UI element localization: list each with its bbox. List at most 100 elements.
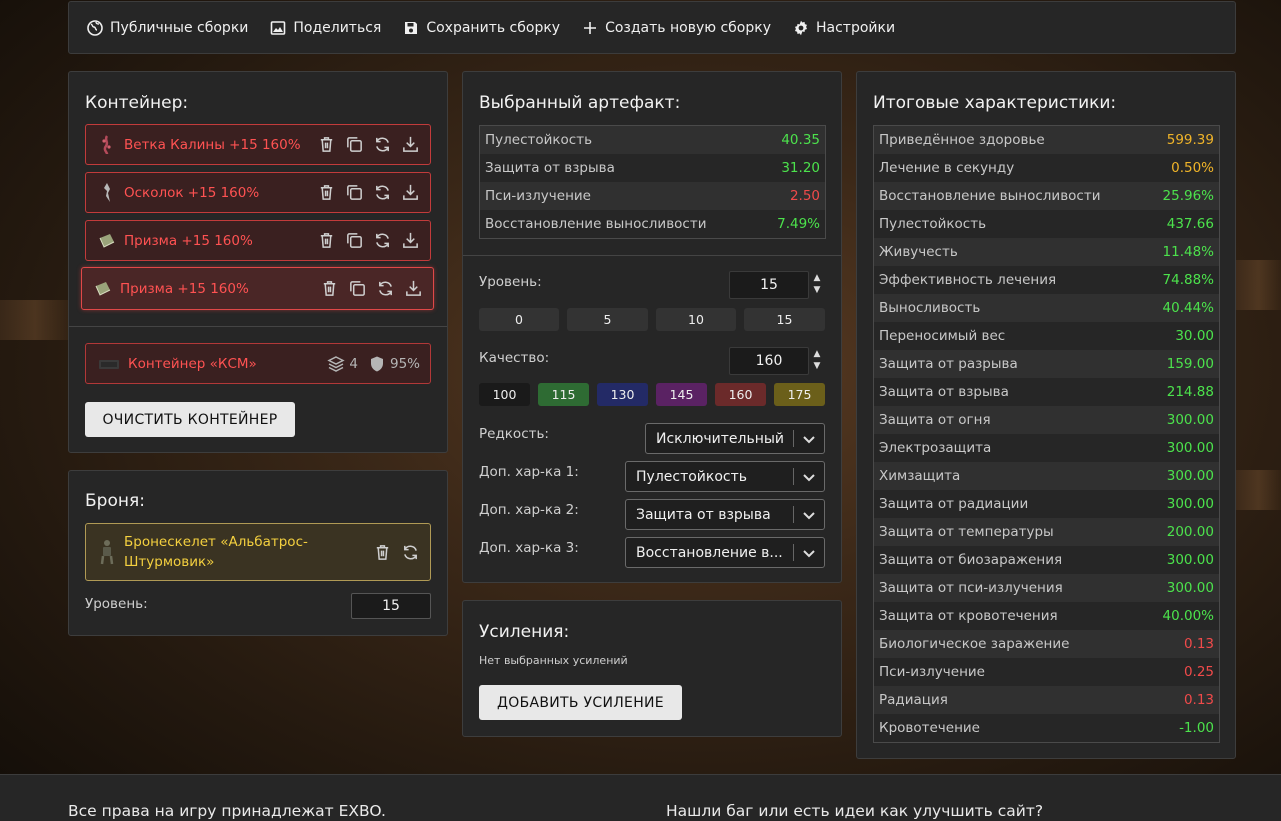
table-row: Защита от радиации 300.00 [874,490,1219,518]
copy-icon[interactable] [345,183,364,202]
artifact-name: Осколок +15 160% [124,184,260,201]
extra1-label: Доп. хар-ка 1: [479,464,579,480]
level-preset[interactable]: 0 [479,308,559,331]
table-row: Биологическое заражение 0.13 [874,630,1219,658]
nav-label: Сохранить сборку [426,19,561,36]
stat-name: Восстановление выносливости [879,188,1101,204]
artifact-prism-icon [95,281,111,296]
table-row: Защита от температуры 200.00 [874,518,1219,546]
copy-icon[interactable] [348,279,367,298]
container-artifact-item[interactable]: Осколок +15 160% [85,172,431,213]
trash-icon[interactable] [320,279,339,298]
download-icon[interactable] [401,231,420,250]
quality-preset[interactable]: 160 [715,383,766,406]
stat-value: 300.00 [1166,580,1214,596]
stat-name: Радиация [879,692,948,708]
ksm-slots: 4 [327,355,358,373]
trash-icon[interactable] [373,543,392,562]
level-stepper[interactable]: ▲ ▼ [812,272,822,296]
stat-name: Выносливость [879,300,981,316]
download-icon[interactable] [401,135,420,154]
container-artifact-item[interactable]: Призма +15 160% [85,220,431,261]
trash-icon[interactable] [317,183,336,202]
footer-feedback[interactable]: Нашли баг или есть идеи как улучшить сай… [666,802,1043,820]
level-label: Уровень: [479,274,542,290]
footer: Все права на игру принадлежат EXBO. Нашл… [0,774,1281,821]
stat-value: 300.00 [1166,552,1214,568]
level-preset[interactable]: 15 [744,308,825,331]
quality-preset[interactable]: 100 [479,383,530,406]
extra2-select[interactable]: Защита от взрыва [625,499,825,530]
container-artifact-item-selected[interactable]: Призма +15 160% [81,267,434,310]
totals-stats-table: Приведённое здоровье 599.39 Лечение в секу… [873,125,1220,743]
nav-settings[interactable]: Настройки [793,20,895,36]
quality-stepper[interactable]: ▲ ▼ [812,348,822,372]
extra1-select[interactable]: Пулестойкость [625,461,825,492]
nav-new-build[interactable]: Создать новую сборку [582,20,771,36]
container-case-icon [99,359,119,369]
table-row: Защита от разрыва 159.00 [874,350,1219,378]
refresh-icon[interactable] [376,279,395,298]
extra3-select[interactable]: Восстановление в... [625,537,825,568]
stat-value: 300.00 [1166,496,1214,512]
quality-preset[interactable]: 115 [538,383,589,406]
nav-save-build[interactable]: Сохранить сборку [403,20,560,36]
selected-artifact-panel: Выбранный артефакт: Пулестойкость 40.35 З… [462,71,842,583]
stat-value: -1.00 [1179,720,1214,736]
clear-container-button[interactable]: ОЧИСТИТЬ КОНТЕЙНЕР [85,402,295,437]
stat-name: Защита от огня [879,412,991,428]
ksm-protection: 95% [368,355,420,373]
chevron-down-icon [803,511,815,519]
artifact-branch-icon [102,134,111,154]
table-row: Пси-излучение 2.50 [480,182,825,210]
table-row: Пси-излучение 0.25 [874,658,1219,686]
stat-value: 300.00 [1166,412,1214,428]
artifact-stats-table: Пулестойкость 40.35 Защита от взрыва 31.20… [479,125,826,239]
refresh-icon[interactable] [401,543,420,562]
armor-level-label: Уровень: [85,596,148,612]
container-ksm-item[interactable]: Контейнер «КСМ» 4 95% [85,343,431,384]
stat-name: Электрозащита [879,440,992,456]
artifact-quality-input[interactable]: 160 [729,347,809,375]
chevron-down-icon [803,473,815,481]
trash-icon[interactable] [317,135,336,154]
copy-icon[interactable] [345,231,364,250]
refresh-icon[interactable] [373,231,392,250]
quality-preset[interactable]: 130 [597,383,648,406]
table-row: Электрозащита 300.00 [874,434,1219,462]
artifact-name: Призма +15 160% [120,280,249,297]
stat-name: Приведённое здоровье [879,132,1045,148]
nav-share[interactable]: Поделиться [270,20,381,36]
table-row: Защита от огня 300.00 [874,406,1219,434]
download-icon[interactable] [401,183,420,202]
stat-name: Кровотечение [879,720,980,736]
stat-name: Эффективность лечения [879,272,1057,288]
artifact-level-input[interactable]: 15 [729,271,809,299]
add-boost-button[interactable]: ДОБАВИТЬ УСИЛЕНИЕ [479,685,682,720]
quality-preset[interactable]: 175 [774,383,825,406]
stat-value: 437.66 [1166,216,1214,232]
level-preset[interactable]: 10 [656,308,736,331]
chevron-down-icon [803,549,815,557]
table-row: Восстановление выносливости 25.96% [874,182,1219,210]
copy-icon[interactable] [345,135,364,154]
background-plank [1236,470,1281,510]
nav-label: Настройки [816,19,896,36]
trash-icon[interactable] [317,231,336,250]
nav-label: Поделиться [293,19,382,36]
download-icon[interactable] [404,279,423,298]
level-preset[interactable]: 5 [567,308,648,331]
refresh-icon[interactable] [373,183,392,202]
totals-title: Итоговые характеристики: [873,93,1117,113]
armor-item[interactable]: Бронескелет «Альбатрос-Штурмовик» [85,523,431,581]
table-row: Лечение в секунду 0.50% [874,154,1219,182]
boosts-panel: Усиления: Нет выбранных усилений ДОБАВИТ… [462,600,842,737]
armor-level-input[interactable]: 15 [351,593,431,619]
table-row: Переносимый вес 30.00 [874,322,1219,350]
quality-preset[interactable]: 145 [656,383,707,406]
table-row: Защита от пси-излучения 300.00 [874,574,1219,602]
rarity-select[interactable]: Исключительный [645,423,825,454]
nav-public-builds[interactable]: Публичные сборки [87,20,248,36]
refresh-icon[interactable] [373,135,392,154]
container-artifact-item[interactable]: Ветка Калины +15 160% [85,124,431,165]
